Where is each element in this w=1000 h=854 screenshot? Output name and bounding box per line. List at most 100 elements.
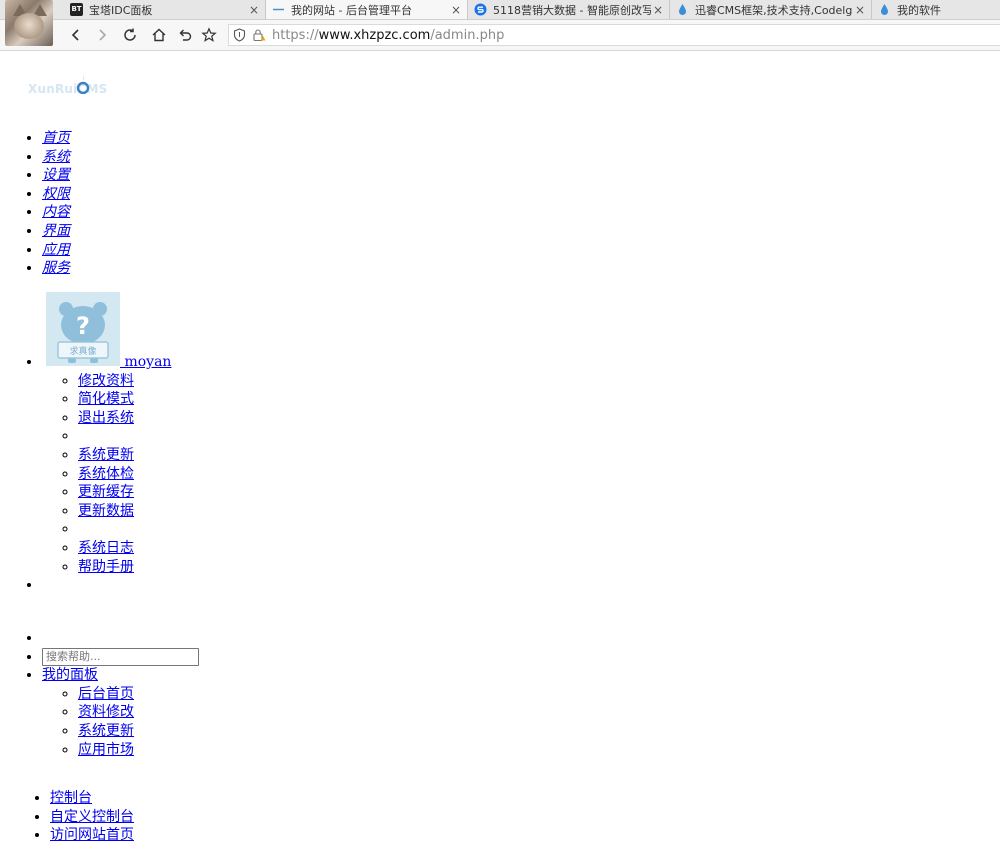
nav-link-interface[interactable]: 界面 [42, 223, 70, 239]
help-manual-link[interactable]: 帮助手册 [78, 559, 134, 575]
panel-system-update-link[interactable]: 系统更新 [78, 723, 134, 739]
nav-item: 系统 [42, 148, 70, 167]
logo-mark-icon [76, 74, 90, 94]
panel-menu-item: 应用市场 [78, 741, 199, 760]
nav-link-content[interactable]: 内容 [42, 204, 70, 220]
nav-item: 首页 [42, 129, 70, 148]
nav-item: 内容 [42, 203, 70, 222]
profile-edit-link[interactable]: 资料修改 [78, 704, 134, 720]
site-logo[interactable]: XunRuiCMS [28, 74, 118, 104]
user-menu-toggle[interactable]: ? 求真像 moyan [42, 292, 172, 370]
tab-label: 迅睿CMS框架,技术支持,Codelg [695, 3, 853, 17]
close-icon[interactable]: × [651, 3, 665, 17]
placeholder-bear-icon: ? 求真像 [46, 292, 120, 366]
bt-icon: BT [70, 3, 83, 16]
logo-text: XunRuiCMS [28, 82, 108, 96]
url-scheme: https:// [272, 27, 319, 43]
nav-link-services[interactable]: 服务 [42, 260, 70, 276]
empty-list-item [42, 629, 199, 648]
system-log-link[interactable]: 系统日志 [78, 540, 134, 556]
menu-divider [78, 427, 171, 446]
5118-s-icon [474, 3, 487, 16]
browser-tab-xunrui[interactable]: 迅睿CMS框架,技术支持,Codelg × [670, 0, 872, 19]
empty-list-item [42, 576, 171, 595]
shield-icon[interactable] [233, 28, 246, 42]
app-market-link[interactable]: 应用市场 [78, 742, 134, 758]
dashboard-link-item: 访问网站首页 [50, 826, 134, 845]
lock-warning-icon[interactable] [252, 28, 266, 42]
panel-dropdown: 后台首页 资料修改 系统更新 应用市场 [42, 685, 199, 759]
console-link[interactable]: 控制台 [50, 790, 92, 806]
browser-tab-baota[interactable]: BT 宝塔IDC面板 × [64, 0, 266, 19]
undo-icon [179, 29, 192, 41]
close-icon[interactable]: × [449, 3, 463, 17]
user-menu-item: 系统体检 [78, 465, 171, 484]
home-button[interactable] [149, 25, 169, 45]
reload-button[interactable] [120, 25, 140, 45]
dashboard-links: 控制台 自定义控制台 访问网站首页 [50, 789, 134, 845]
nav-item: 界面 [42, 222, 70, 241]
top-navigation: 首页 系统 设置 权限 内容 界面 应用 服务 [42, 129, 70, 278]
back-button[interactable] [66, 25, 86, 45]
user-menu-item: 更新数据 [78, 502, 171, 521]
user-menu-item: 修改资料 [78, 372, 171, 391]
nav-item: 服务 [42, 259, 70, 278]
svg-text:?: ? [76, 312, 90, 340]
system-update-link[interactable]: 系统更新 [78, 447, 134, 463]
bookmark-button[interactable] [199, 25, 219, 45]
forward-button[interactable] [92, 25, 112, 45]
nav-link-apps[interactable]: 应用 [42, 242, 70, 258]
user-menu-item: 更新缓存 [78, 483, 171, 502]
tab-label: 5118营销大数据 - 智能原创改写 [493, 3, 651, 17]
user-menu-list: ? 求真像 moyan 修改资料 简化模式 退出系统 系统更新 系统体检 更新缓… [42, 292, 171, 595]
my-panel-link[interactable]: 我的面板 [42, 667, 98, 683]
dashboard-link-item: 控制台 [50, 789, 134, 808]
star-icon [201, 27, 217, 42]
nav-link-system[interactable]: 系统 [42, 149, 70, 165]
browser-tab-admin[interactable]: 我的网站 - 后台管理平台 × [266, 0, 468, 19]
tab-label: 宝塔IDC面板 [89, 3, 153, 17]
toolbar-list: 我的面板 后台首页 资料修改 系统更新 应用市场 [42, 629, 199, 759]
nav-link-permissions[interactable]: 权限 [42, 186, 70, 202]
browser-tab-strip: BT 宝塔IDC面板 × 我的网站 - 后台管理平台 × 5118营销大数据 -… [0, 0, 1000, 20]
user-menu-item: 帮助手册 [78, 558, 171, 577]
browser-tab-5118[interactable]: 5118营销大数据 - 智能原创改写 × [468, 0, 670, 19]
panel-menu: 我的面板 后台首页 资料修改 系统更新 应用市场 [42, 666, 199, 759]
browser-tab-software[interactable]: 我的软件 [872, 0, 1000, 19]
tab-label: 我的软件 [897, 3, 941, 17]
user-dropdown: 修改资料 简化模式 退出系统 系统更新 系统体检 更新缓存 更新数据 系统日志 … [42, 372, 171, 577]
forward-arrow-icon [99, 29, 107, 41]
user-menu-item: 系统更新 [78, 446, 171, 465]
close-icon[interactable]: × [853, 3, 867, 17]
undo-close-tab-button[interactable] [175, 25, 195, 45]
dashboard-link-item: 自定义控制台 [50, 808, 134, 827]
search-item [42, 647, 199, 667]
url-path: /admin.php [430, 27, 505, 43]
update-cache-link[interactable]: 更新缓存 [78, 484, 134, 500]
address-bar[interactable]: https://www.xhzpzc.com/admin.php [228, 24, 1000, 46]
system-check-link[interactable]: 系统体检 [78, 466, 134, 482]
user-menu-item: 简化模式 [78, 390, 171, 409]
loading-dash-icon [272, 3, 285, 16]
custom-console-link[interactable]: 自定义控制台 [50, 809, 134, 825]
visit-site-home-link[interactable]: 访问网站首页 [50, 827, 134, 843]
reload-icon [124, 28, 136, 41]
update-data-link[interactable]: 更新数据 [78, 503, 134, 519]
panel-menu-item: 后台首页 [78, 685, 199, 704]
avatar[interactable]: ? 求真像 [46, 292, 120, 366]
username: moyan [124, 354, 172, 370]
browser-profile-avatar[interactable] [5, 0, 53, 46]
admin-home-link[interactable]: 后台首页 [78, 686, 134, 702]
edit-profile-link[interactable]: 修改资料 [78, 373, 134, 389]
close-icon[interactable]: × [247, 3, 261, 17]
nav-link-home[interactable]: 首页 [42, 130, 70, 146]
search-input[interactable] [42, 647, 199, 666]
tab-label: 我的网站 - 后台管理平台 [291, 3, 412, 17]
drop-icon [676, 3, 689, 16]
user-menu-item: 退出系统 [78, 409, 171, 428]
panel-menu-item: 系统更新 [78, 722, 199, 741]
home-icon [152, 28, 166, 42]
nav-link-settings[interactable]: 设置 [42, 167, 70, 183]
simple-mode-link[interactable]: 简化模式 [78, 391, 134, 407]
logout-link[interactable]: 退出系统 [78, 410, 134, 426]
